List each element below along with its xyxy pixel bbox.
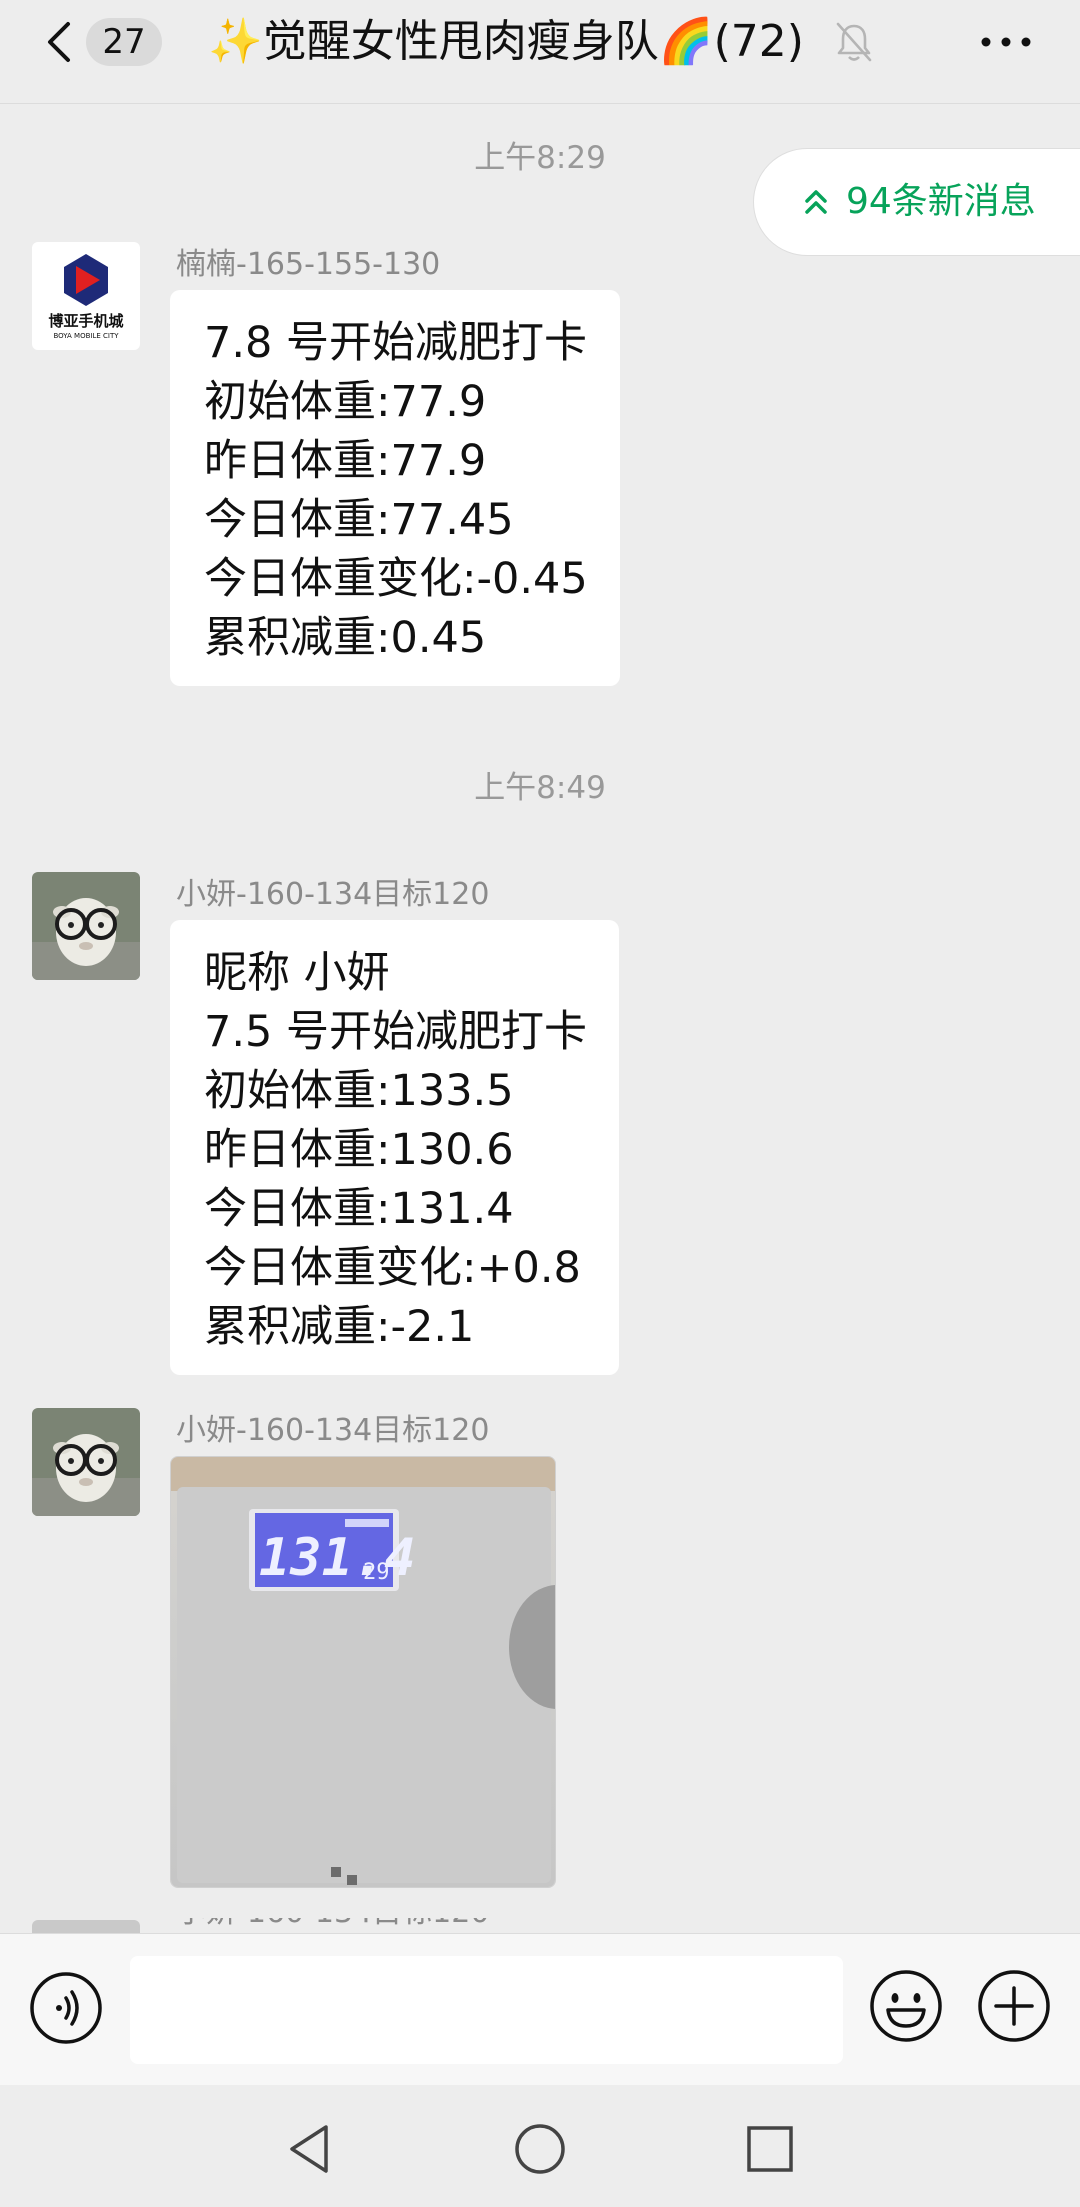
more-actions-button[interactable] — [976, 1968, 1052, 2044]
logo-text: 博亚手机城 — [48, 312, 123, 330]
back-button[interactable] — [40, 18, 80, 66]
voice-input-button[interactable] — [28, 1970, 104, 2046]
chevron-left-icon — [48, 22, 70, 62]
chat-title[interactable]: ✨觉醒女性甩肉瘦身队🌈(72) — [208, 10, 804, 74]
message-line: 7.8 号开始减肥打卡 — [204, 318, 588, 368]
more-options-button[interactable] — [976, 20, 1036, 64]
avatar-partial — [32, 1920, 140, 1933]
mute-bell-icon — [834, 20, 874, 64]
sender-name-partial: 小妍-160-134目标120 — [176, 1918, 496, 1933]
logo-subtext: BOYA MOBILE CITY — [53, 332, 119, 340]
scale-reading: 131.4 — [259, 1528, 416, 1588]
message-timestamp: 上午8:49 — [474, 770, 606, 806]
message-input[interactable] — [130, 1956, 843, 2064]
new-messages-label: 94条新消息 — [846, 181, 1036, 222]
message-line: 累积减重:0.45 — [204, 613, 487, 663]
emoji-button[interactable] — [868, 1968, 944, 2044]
plus-circle-icon — [978, 1970, 1050, 2042]
message-line: 昵称 小妍 — [204, 948, 390, 998]
message-line: 初始体重:77.9 — [204, 377, 487, 427]
message-bubble[interactable]: 昵称 小妍 7.5 号开始减肥打卡 初始体重:133.5 昨日体重:130.6 … — [170, 920, 620, 1375]
message-line: 昨日体重:130.6 — [204, 1125, 514, 1175]
message-line: 初始体重:133.5 — [204, 1066, 514, 1116]
message-line: 昨日体重:77.9 — [204, 436, 487, 486]
double-chevron-up-icon — [805, 190, 827, 214]
message-line: 累积减重:-2.1 — [204, 1302, 475, 1352]
bathroom-scale-photo: 131.4 29 — [171, 1457, 555, 1887]
chat-header: 27 ✨觉醒女性甩肉瘦身队🌈(72) — [0, 0, 1080, 104]
brand-logo-avatar: 博亚手机城 BOYA MOBILE CITY — [32, 242, 140, 350]
sender-name: 楠楠-165-155-130 — [176, 247, 441, 282]
triangle-back-icon — [290, 2125, 328, 2173]
sheep-with-glasses-avatar — [32, 1408, 140, 1516]
message-line: 7.5 号开始减肥打卡 — [204, 1007, 588, 1057]
nav-home-button[interactable] — [512, 2121, 568, 2177]
circle-home-icon — [515, 2124, 565, 2174]
sheep-with-glasses-avatar — [32, 872, 140, 980]
avatar[interactable] — [32, 872, 140, 980]
message-line: 今日体重:77.45 — [204, 495, 514, 545]
sender-name: 小妍-160-134目标120 — [176, 877, 490, 912]
nav-back-button[interactable] — [282, 2121, 338, 2177]
voice-icon — [30, 1972, 102, 2044]
square-recents-icon — [747, 2126, 793, 2172]
message-timestamp: 上午8:29 — [474, 140, 606, 176]
image-message[interactable]: 131.4 29 — [170, 1456, 556, 1888]
sender-name: 小妍-160-134目标120 — [176, 1413, 490, 1448]
scale-sub-reading: 29 — [363, 1560, 390, 1585]
avatar[interactable] — [32, 1408, 140, 1516]
message-line: 今日体重变化:+0.8 — [204, 1243, 581, 1293]
smiley-icon — [870, 1970, 942, 2042]
unread-count-badge[interactable]: 27 — [86, 18, 162, 66]
chat-input-bar — [0, 1933, 1080, 2085]
message-line: 今日体重变化:-0.45 — [204, 554, 588, 604]
avatar[interactable]: 博亚手机城 BOYA MOBILE CITY — [32, 242, 140, 350]
system-nav-bar — [0, 2085, 1080, 2207]
nav-recents-button[interactable] — [742, 2121, 798, 2177]
message-line: 今日体重:131.4 — [204, 1184, 514, 1234]
message-bubble[interactable]: 7.8 号开始减肥打卡 初始体重:77.9 昨日体重:77.9 今日体重:77.… — [170, 290, 620, 686]
new-messages-button[interactable]: 94条新消息 — [753, 148, 1080, 256]
ellipsis-icon — [981, 37, 1031, 47]
